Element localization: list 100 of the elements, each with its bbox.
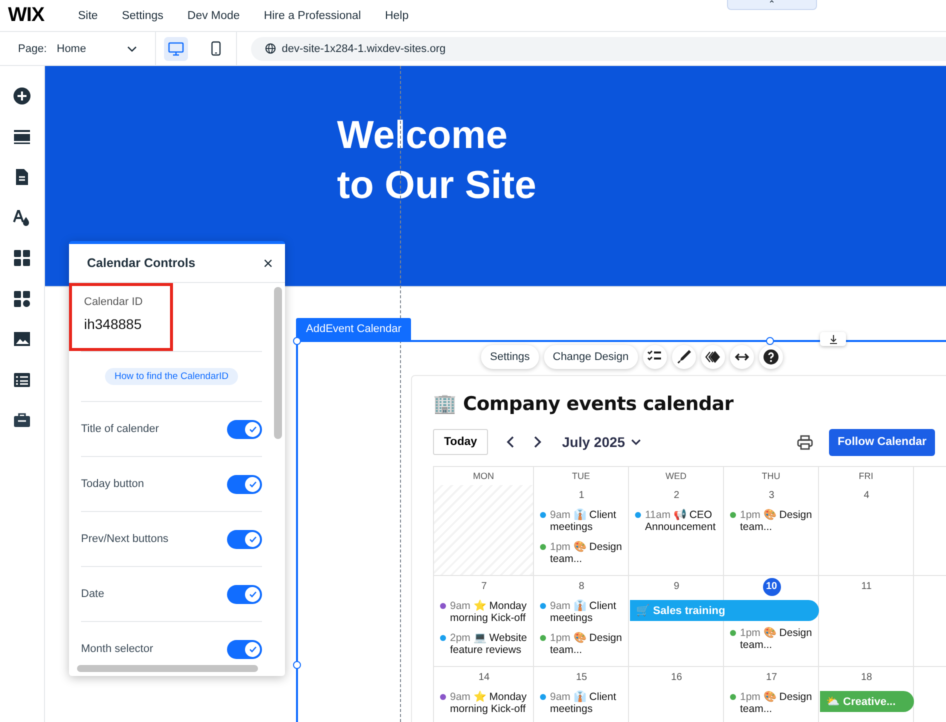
page-dropdown[interactable]: Home [56,42,127,54]
resize-handle[interactable] [766,337,774,345]
weekday-header: TUE [534,467,629,485]
panel-title: Calendar Controls [87,256,196,270]
weekday-header: THU [724,467,819,485]
pen-icon [676,349,692,365]
toggle-label: Date [81,588,104,600]
help-link[interactable]: How to find the CalendarID [105,368,238,385]
checklist-button[interactable] [642,345,667,369]
page-icon[interactable] [13,168,31,186]
menu-item[interactable]: Settings [122,10,164,22]
image-icon[interactable] [13,330,31,348]
day-number: 9 [672,580,680,594]
day-number: 16 [670,671,684,685]
day-number: 10 [762,578,780,596]
diamond-icon [704,349,721,365]
calendar-event[interactable]: 1pm 🎨 Design team... [540,541,625,565]
help-icon [762,349,779,365]
next-button[interactable] [532,436,542,448]
day-number: 7 [480,580,488,594]
toggle-switch[interactable] [227,474,262,494]
scrollbar[interactable] [274,287,282,439]
toggle-switch[interactable] [227,420,262,438]
weekday-header: FRI [819,467,914,485]
previous-button[interactable] [506,436,516,448]
calendar-event[interactable]: 9am 👔 Client meetings [540,691,625,715]
resize-handle[interactable] [293,661,301,669]
check-icon [248,590,256,598]
print-icon[interactable] [797,434,814,450]
calendar-event[interactable]: 1pm 🎨 Design team... [730,691,815,715]
briefcase-icon[interactable] [13,411,31,429]
calendar-event[interactable]: 1pm 🎨 Design team... [540,632,625,656]
download-icon [828,334,838,344]
calendar-event[interactable]: 9am 👔 Client meetings [540,509,625,533]
calendar-event[interactable]: 1pm 🎨 Design team... [730,627,815,651]
collapse-tab[interactable]: ⌃ [727,0,817,10]
check-icon [248,480,256,488]
widget-label[interactable]: AddEvent Calendar [296,318,412,340]
calendar-event[interactable]: 9am ⭐ Monday morning Kick-off [440,600,530,624]
desktop-icon [168,42,184,56]
calendar-event[interactable]: 2pm 💻 Website feature reviews [440,632,530,656]
download-tab[interactable] [820,332,846,346]
desktop-view-button[interactable] [164,36,188,60]
resize-handle[interactable] [293,337,301,345]
toggle-label: Today button [81,478,144,490]
help-button[interactable] [758,345,783,369]
calendar-id-field[interactable]: Calendar ID ih348885 [69,283,173,351]
grid-icon[interactable] [13,249,31,267]
toolbar-button[interactable]: Change Design [544,345,638,369]
close-button[interactable]: × [263,254,273,272]
logo[interactable]: WIX [8,4,62,27]
pen-button[interactable] [672,345,696,369]
day-number: 18 [860,671,874,685]
scrollbar[interactable] [77,665,258,672]
today-button[interactable]: Today [433,429,488,455]
check-icon [248,536,256,542]
toggle-label: Month selector [81,643,154,655]
hero-heading: to Our Site [337,163,538,209]
table-icon[interactable] [13,370,31,388]
chevron-down-icon [631,438,642,446]
toggle-switch[interactable] [227,584,262,604]
sections-icon[interactable] [13,128,31,146]
chevron-left-icon [506,436,516,448]
toggle-label: Prev/Next buttons [81,533,168,545]
url-bar[interactable]: dev-site-1x284-1.wixdev-sites.org [250,36,946,60]
chevron-down-icon[interactable] [126,44,137,54]
diamond-button[interactable] [700,345,725,369]
toggle-switch[interactable] [227,640,262,658]
page-label: Page: [18,42,47,54]
calendar-event[interactable]: 11am 📢 CEO Announcement [635,509,720,533]
follow-calendar-button[interactable]: Follow Calendar [829,428,936,456]
day-number: 8 [578,580,586,594]
paint-drop-icon[interactable] [13,208,31,226]
day-number: 15 [574,671,588,685]
menu-item[interactable]: Dev Mode [187,10,240,22]
chevron-right-icon [532,436,542,448]
hero-heading: Welcome [337,113,509,159]
toolbar-button[interactable]: Settings [481,345,539,369]
calendar-event[interactable]: 1pm 🎨 Design team... [730,509,815,533]
toggle-label: Title of calender [81,423,159,435]
menu-item[interactable]: Site [78,10,98,22]
day-number: 2 [672,489,680,503]
check-icon [248,646,256,652]
menu-item[interactable]: Help [384,10,409,22]
day-number: 4 [862,489,870,503]
day-number: 11 [860,580,873,594]
day-number: 3 [768,489,776,503]
month-selector[interactable]: July 2025 [562,434,642,450]
toggle-switch[interactable] [227,530,262,548]
weekday-header: WED [629,467,724,485]
check-icon [248,426,256,432]
day-number: 17 [764,671,778,685]
add-icon[interactable] [13,87,31,105]
menu-item[interactable]: Hire a Professional [264,10,361,22]
calendar-event[interactable]: 9am 👔 Client meetings [540,600,625,624]
calendar-event[interactable]: 9am ⭐ Monday morning Kick-off [440,691,530,715]
day-number: 1 [578,489,586,503]
day-number: 14 [477,671,491,685]
stretch-button[interactable] [730,345,754,369]
mobile-icon [210,41,221,56]
